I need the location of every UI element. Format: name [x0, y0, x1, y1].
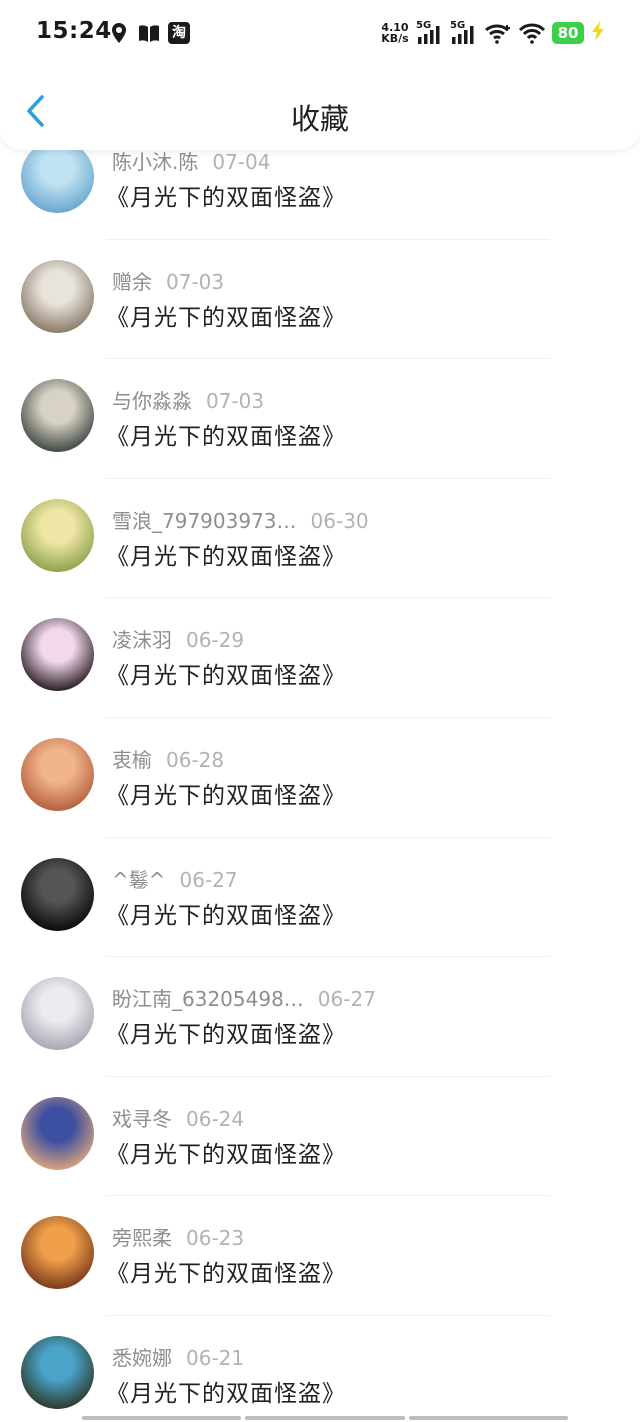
signal-strength-icon-2: 5G	[450, 20, 478, 46]
home-indicator	[82, 1416, 568, 1420]
username[interactable]: 旁熙柔	[112, 1226, 172, 1250]
user-line: 与你淼淼 07-03	[112, 385, 264, 414]
avatar[interactable]	[21, 977, 94, 1051]
date: 06-30	[310, 508, 369, 533]
username[interactable]: 与你淼淼	[112, 389, 192, 413]
status-time: 15:24	[36, 18, 112, 44]
date: 06-29	[186, 628, 245, 653]
user-line: 盼江南_63205498… 06-27	[112, 983, 376, 1012]
book-title[interactable]: 《月光下的双面怪盗》	[106, 298, 346, 332]
book-title[interactable]: 《月光下的双面怪盗》	[106, 656, 346, 690]
book-title[interactable]: 《月光下的双面怪盗》	[106, 1254, 346, 1288]
username[interactable]: 雪浪_797903973…	[112, 509, 297, 533]
wifi-plus-icon	[484, 22, 512, 44]
avatar[interactable]	[21, 737, 94, 811]
username[interactable]: ^鬈^	[112, 868, 166, 892]
book-title[interactable]: 《月光下的双面怪盗》	[106, 178, 346, 212]
list-item[interactable]: 旁熙柔 06-23 《月光下的双面怪盗》	[0, 1196, 640, 1316]
status-bar: 15:24 淘 4.10 KB/s 5G 5G 80	[0, 0, 640, 66]
book-title[interactable]: 《月光下的双面怪盗》	[106, 537, 346, 571]
user-line: 衷榆 06-28	[112, 744, 224, 773]
status-right-icons: 4.10 KB/s 5G 5G 80	[380, 20, 606, 46]
list-item[interactable]: 雪浪_797903973… 06-30 《月光下的双面怪盗》	[0, 479, 640, 599]
username[interactable]: 盼江南_63205498…	[112, 987, 304, 1011]
user-line: 雪浪_797903973… 06-30	[112, 505, 369, 534]
book-title[interactable]: 《月光下的双面怪盗》	[106, 1015, 346, 1049]
book-icon	[138, 22, 160, 44]
status-left-icons: 淘	[108, 22, 190, 44]
list-item[interactable]: 赠余 07-03 《月光下的双面怪盗》	[0, 240, 640, 360]
avatar[interactable]	[21, 618, 94, 692]
avatar[interactable]	[21, 498, 94, 572]
avatar[interactable]	[21, 1096, 94, 1170]
book-title[interactable]: 《月光下的双面怪盗》	[106, 896, 346, 930]
date: 06-27	[317, 987, 376, 1012]
page-title: 收藏	[290, 102, 349, 136]
user-line: 凌沫羽 06-29	[112, 624, 244, 653]
network-speed: 4.10 KB/s	[381, 21, 409, 45]
book-title[interactable]: 《月光下的双面怪盗》	[106, 1374, 346, 1408]
book-title[interactable]: 《月光下的双面怪盗》	[106, 417, 346, 451]
user-line: 悉婉娜 06-21	[112, 1342, 244, 1371]
date: 06-24	[186, 1106, 245, 1131]
signal-strength-icon: 5G	[416, 20, 444, 46]
date: 06-27	[179, 867, 238, 892]
date: 06-21	[186, 1345, 245, 1370]
date: 07-03	[206, 389, 265, 414]
date: 07-04	[212, 150, 271, 174]
date: 06-23	[186, 1226, 245, 1251]
username[interactable]: 陈小沐.陈	[112, 150, 198, 174]
avatar[interactable]	[21, 857, 94, 931]
avatar[interactable]	[21, 1216, 94, 1290]
navigation-header: 收藏	[0, 66, 640, 150]
list-item[interactable]: 凌沫羽 06-29 《月光下的双面怪盗》	[0, 598, 640, 718]
user-line: 戏寻冬 06-24	[112, 1103, 244, 1132]
avatar[interactable]	[21, 150, 94, 213]
username[interactable]: 悉婉娜	[112, 1346, 172, 1370]
avatar[interactable]	[21, 1335, 94, 1409]
list-item[interactable]: 戏寻冬 06-24 《月光下的双面怪盗》	[0, 1077, 640, 1197]
avatar[interactable]	[21, 379, 94, 453]
username[interactable]: 戏寻冬	[112, 1107, 172, 1131]
book-title[interactable]: 《月光下的双面怪盗》	[106, 776, 346, 810]
list-item[interactable]: 衷榆 06-28 《月光下的双面怪盗》	[0, 718, 640, 838]
wifi-icon	[518, 22, 546, 44]
date: 07-03	[166, 269, 225, 294]
user-line: ^鬈^ 06-27	[112, 864, 238, 893]
username[interactable]: 赠余	[112, 270, 152, 294]
book-title[interactable]: 《月光下的双面怪盗》	[106, 1135, 346, 1169]
list-item[interactable]: ^鬈^ 06-27 《月光下的双面怪盗》	[0, 838, 640, 958]
username[interactable]: 凌沫羽	[112, 628, 172, 652]
user-line: 赠余 07-03	[112, 266, 224, 295]
favorites-list[interactable]: 陈小沐.陈 07-04 《月光下的双面怪盗》 赠余 07-03 《月光下的双面怪盗》 与你淼…	[0, 150, 640, 1422]
username[interactable]: 衷榆	[112, 748, 152, 772]
list-item[interactable]: 悉婉娜 06-21 《月光下的双面怪盗》	[0, 1316, 640, 1422]
location-icon	[108, 22, 130, 44]
user-line: 旁熙柔 06-23	[112, 1222, 244, 1251]
list-item[interactable]: 与你淼淼 07-03 《月光下的双面怪盗》	[0, 359, 640, 479]
battery-icon: 80	[552, 22, 584, 44]
taobao-icon: 淘	[168, 22, 190, 44]
list-item[interactable]: 陈小沐.陈 07-04 《月光下的双面怪盗》	[0, 150, 640, 240]
avatar[interactable]	[21, 259, 94, 333]
charging-icon	[590, 20, 606, 46]
date: 06-28	[166, 747, 225, 772]
user-line: 陈小沐.陈 07-04	[112, 150, 270, 175]
list-item[interactable]: 盼江南_63205498… 06-27 《月光下的双面怪盗》	[0, 957, 640, 1077]
